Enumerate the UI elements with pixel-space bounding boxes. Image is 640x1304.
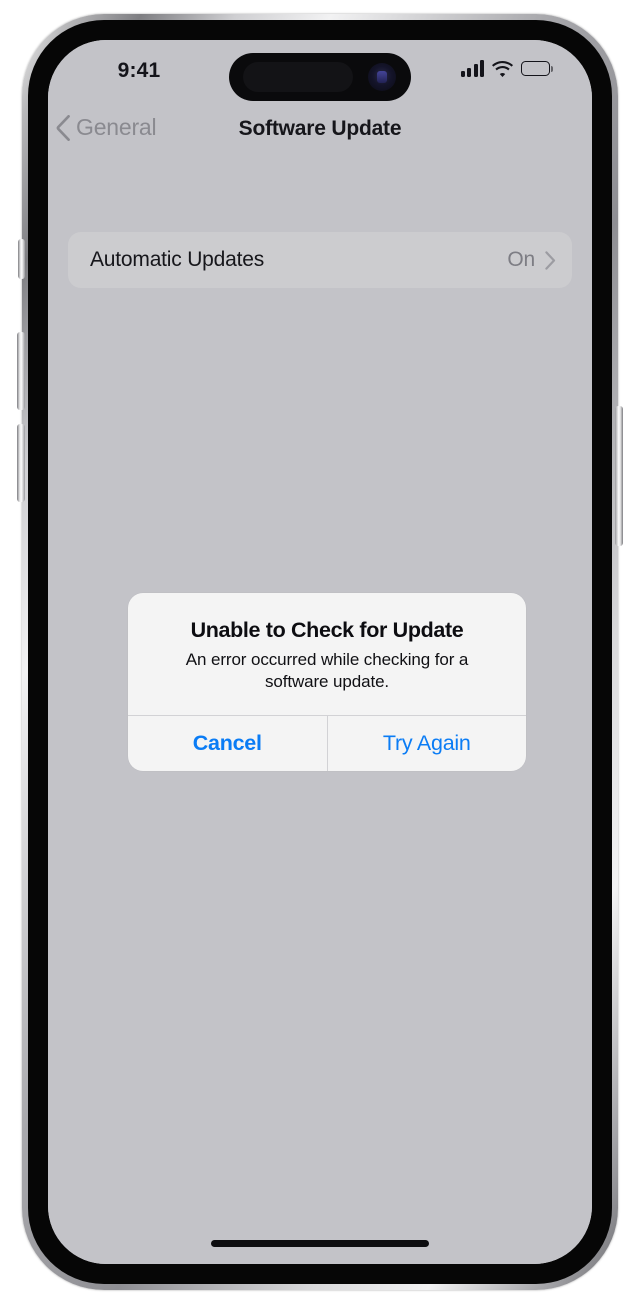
earpiece-speaker-icon: [243, 62, 353, 92]
phone-screen: 9:41 General Software Update Automatic U…: [48, 40, 592, 1264]
home-indicator[interactable]: [211, 1240, 429, 1247]
software-update-settings-screen: 9:41 General Software Update Automatic U…: [48, 40, 592, 1264]
volume-up-button[interactable]: [17, 332, 25, 410]
front-camera-icon: [368, 63, 396, 91]
cellular-signal-icon: [460, 60, 484, 77]
status-bar-indicators: [460, 60, 554, 77]
settings-row-label: Automatic Updates: [90, 248, 265, 271]
cancel-button[interactable]: Cancel: [128, 716, 327, 771]
status-bar: 9:41: [48, 40, 592, 102]
alert-message: An error occurred while checking for a s…: [185, 650, 469, 692]
power-button[interactable]: [615, 406, 623, 546]
try-again-button[interactable]: Try Again: [328, 716, 527, 771]
wifi-icon: [492, 60, 513, 77]
dynamic-island: [229, 53, 411, 101]
alert-title: Unable to Check for Update: [190, 618, 464, 642]
alert-actions: Cancel Try Again: [128, 714, 527, 771]
settings-group: Automatic Updates On: [68, 232, 572, 288]
phone-bezel: 9:41 General Software Update Automatic U…: [28, 20, 612, 1284]
navigation-bar: General Software Update: [48, 102, 592, 160]
battery-icon: [521, 61, 554, 76]
action-button[interactable]: [18, 239, 25, 279]
status-bar-time: 9:41: [117, 59, 161, 82]
page-title: Software Update: [238, 117, 402, 140]
iphone-frame: 9:41 General Software Update Automatic U…: [17, 14, 623, 1290]
chevron-right-icon: [545, 250, 556, 270]
alert-dialog: Unable to Check for Update An error occu…: [128, 593, 526, 771]
settings-row-automatic-updates[interactable]: Automatic Updates On: [68, 232, 572, 288]
volume-down-button[interactable]: [17, 424, 25, 502]
alert-body: Unable to Check for Update An error occu…: [128, 593, 526, 715]
settings-row-value: On: [507, 248, 535, 271]
